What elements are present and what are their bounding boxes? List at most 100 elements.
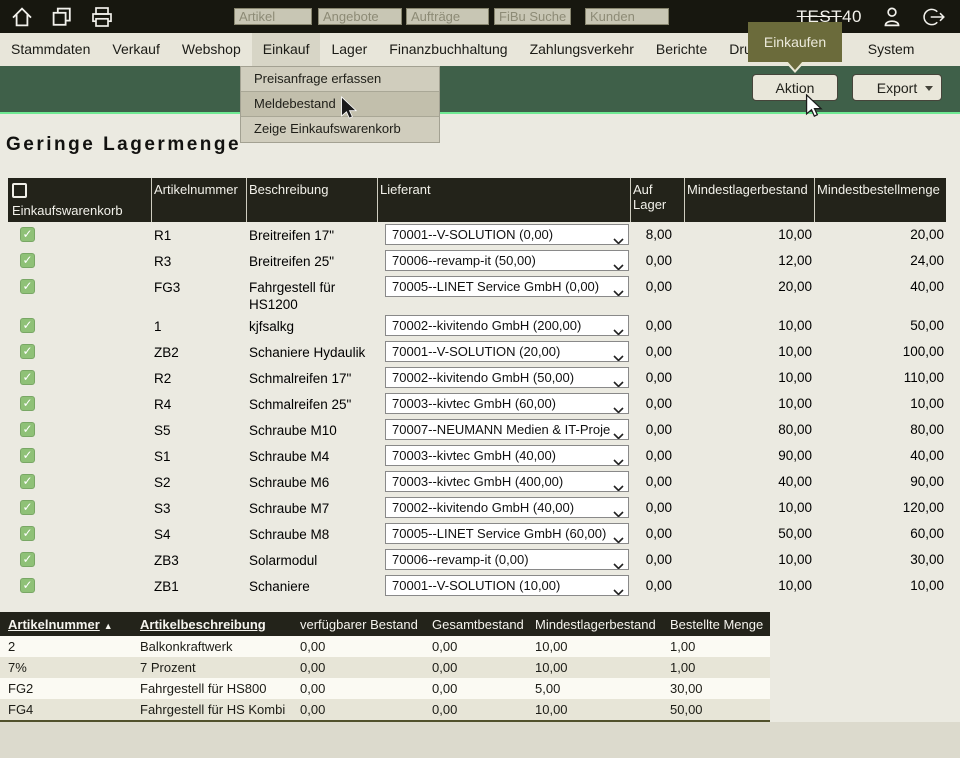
table-row: ✓ ZB2Schaniere Hydaulik 70001--V-SOLUTION … [8, 339, 946, 365]
mindestlagerbestand-cell: 12,00 [685, 248, 815, 274]
logout-icon[interactable] [922, 5, 946, 29]
lieferant-select[interactable]: 70001--V-SOLUTION (0,00) [385, 224, 629, 245]
mindestbestellmenge-cell: 10,00 [815, 391, 946, 417]
beschreibung-cell: Schaniere Hydaulik [247, 339, 378, 365]
select-all-checkbox[interactable] [12, 183, 27, 198]
dropdown-item-meldebestand[interactable]: Meldebestand [241, 92, 439, 117]
row-checkbox[interactable]: ✓ [20, 318, 35, 333]
lieferant-select[interactable]: 70003--kivtec GmbH (60,00) [385, 393, 629, 414]
mindestbestellmenge-cell: 30,00 [815, 547, 946, 573]
cart-cell: ✓ [8, 443, 152, 469]
mindestlagerbestand-cell: 40,00 [685, 469, 815, 495]
verfuegbarer_bestand-cell: 0,00 [300, 699, 432, 720]
menu-item-berichte[interactable]: Berichte [645, 33, 718, 66]
column-header-artikelbeschreibung-sort[interactable]: Artikelbeschreibung [140, 617, 300, 632]
mindestlagerbestand-cell: 20,00 [685, 274, 815, 313]
row-checkbox[interactable]: ✓ [20, 279, 35, 294]
row-checkbox[interactable]: ✓ [20, 526, 35, 541]
lieferant-select[interactable]: 70006--revamp-it (50,00) [385, 250, 629, 271]
cart-cell: ✓ [8, 469, 152, 495]
artikelnummer-cell: ZB3 [152, 547, 247, 573]
dropdown-item-preisanfrage-erfassen[interactable]: Preisanfrage erfassen [241, 67, 439, 92]
mindestbestellmenge-cell: 60,00 [815, 521, 946, 547]
bestellte_menge-cell: 50,00 [670, 699, 770, 720]
table-row: ✓FG3Fahrgestell für HS120070005--LINET S… [8, 274, 946, 313]
row-checkbox[interactable]: ✓ [20, 448, 35, 463]
column-header-artikelnummer-sort[interactable]: Artikelnummer▲ [0, 617, 140, 632]
artikelnummer-cell: ZB2 [152, 339, 247, 365]
row-checkbox[interactable]: ✓ [20, 422, 35, 437]
row-checkbox[interactable]: ✓ [20, 370, 35, 385]
copy-icon[interactable] [50, 5, 74, 29]
menu-item-system[interactable]: System [857, 33, 926, 66]
table-row: FG2Fahrgestell für HS8000,000,005,0030,0… [0, 678, 770, 699]
lieferant-cell: 70006--revamp-it (0,00) [378, 547, 631, 573]
low-stock-table-body: ✓R1Breitreifen 17"70001--V-SOLUTION (0,0… [8, 222, 946, 599]
beschreibung-cell: Schraube M7 [247, 495, 378, 521]
menu-item-webshop[interactable]: Webshop [171, 33, 252, 66]
menu-item-einkauf[interactable]: Einkauf [252, 33, 321, 66]
lieferant-select-value: 70001--V-SOLUTION (10,00) [392, 578, 560, 593]
table-row: FG4Fahrgestell für HS Kombi0,000,0010,00… [0, 699, 770, 720]
table-row: ✓R3Breitreifen 25"70006--revamp-it (50,0… [8, 248, 946, 274]
lieferant-select[interactable]: 70003--kivtec GmbH (400,00) [385, 471, 629, 492]
lieferant-select[interactable]: 70006--revamp-it (0,00) [385, 549, 629, 570]
row-checkbox[interactable]: ✓ [20, 253, 35, 268]
bestellte_menge-cell: 1,00 [670, 657, 770, 678]
lieferant-select-value: 70001--V-SOLUTION (0,00) [392, 227, 553, 242]
row-checkbox[interactable]: ✓ [20, 578, 35, 593]
lieferant-select-value: 70005--LINET Service GmbH (60,00) [392, 526, 606, 541]
einkauf-dropdown-menu: Preisanfrage erfassen Meldebestand Zeige… [240, 66, 440, 143]
table-row: ✓ZB3Solarmodul70006--revamp-it (0,00)0,0… [8, 547, 946, 573]
lieferant-select[interactable]: 70002--kivitendo GmbH (50,00) [385, 367, 629, 388]
artikel-search-input[interactable] [234, 8, 312, 25]
dropdown-item-zeige-einkaufswarenkorb[interactable]: Zeige Einkaufswarenkorb [241, 117, 439, 142]
auf-lager-cell: 0,00 [631, 339, 685, 365]
cart-cell: ✓ [8, 339, 152, 365]
aktion-button[interactable]: Aktion [752, 74, 838, 101]
lieferant-select[interactable]: 70002--kivitendo GmbH (40,00) [385, 497, 629, 518]
lieferant-select[interactable]: 70007--NEUMANN Medien & IT-Proje [385, 419, 629, 440]
artikelnummer-cell: S4 [152, 521, 247, 547]
mindestbestellmenge-cell: 110,00 [815, 365, 946, 391]
gesamtbestand-cell: 0,00 [432, 657, 535, 678]
menu-item-finanzbuchhaltung[interactable]: Finanzbuchhaltung [378, 33, 518, 66]
low-stock-table-header: Einkaufswarenkorb Artikelnummer Beschrei… [8, 178, 946, 222]
auf-lager-cell: 0,00 [631, 248, 685, 274]
home-icon[interactable] [10, 5, 34, 29]
row-checkbox[interactable]: ✓ [20, 227, 35, 242]
lieferant-select[interactable]: 70002--kivitendo GmbH (200,00) [385, 315, 629, 336]
cart-cell: ✓ [8, 391, 152, 417]
beschreibung-cell: Schaniere [247, 573, 378, 599]
row-checkbox[interactable]: ✓ [20, 344, 35, 359]
user-icon[interactable] [880, 5, 904, 29]
print-icon[interactable] [90, 5, 114, 29]
chevron-down-icon [613, 400, 624, 414]
row-checkbox[interactable]: ✓ [20, 396, 35, 411]
lieferant-select[interactable]: 70001--V-SOLUTION (20,00) [385, 341, 629, 362]
lieferant-select[interactable]: 70003--kivtec GmbH (40,00) [385, 445, 629, 466]
angebote-search-input[interactable] [318, 8, 402, 25]
row-checkbox[interactable]: ✓ [20, 552, 35, 567]
kunden-search-input[interactable] [585, 8, 669, 25]
fibu-search-input[interactable] [494, 8, 571, 25]
lieferant-select[interactable]: 70005--LINET Service GmbH (0,00) [385, 276, 629, 297]
column-header-beschreibung: Beschreibung [247, 178, 378, 222]
export-button[interactable]: Export [852, 74, 942, 101]
menu-item-stammdaten[interactable]: Stammdaten [0, 33, 101, 66]
menu-item-zahlungsverkehr[interactable]: Zahlungsverkehr [519, 33, 645, 66]
row-checkbox[interactable]: ✓ [20, 474, 35, 489]
menu-item-verkauf[interactable]: Verkauf [101, 33, 170, 66]
row-checkbox[interactable]: ✓ [20, 500, 35, 515]
mindestlagerbestand-cell: 90,00 [685, 443, 815, 469]
lieferant-select-value: 70003--kivtec GmbH (60,00) [392, 396, 556, 411]
menu-item-lager[interactable]: Lager [320, 33, 378, 66]
lieferant-cell: 70001--V-SOLUTION (20,00) [378, 339, 631, 365]
lieferant-select[interactable]: 70005--LINET Service GmbH (60,00) [385, 523, 629, 544]
cart-cell: ✓ [8, 547, 152, 573]
lieferant-select[interactable]: 70001--V-SOLUTION (10,00) [385, 575, 629, 596]
column-header-mindestlagerbestand: Mindestlagerbestand [685, 178, 815, 222]
auftraege-search-input[interactable] [406, 8, 489, 25]
auf-lager-cell: 0,00 [631, 469, 685, 495]
table-row: ✓R4Schmalreifen 25"70003--kivtec GmbH (6… [8, 391, 946, 417]
